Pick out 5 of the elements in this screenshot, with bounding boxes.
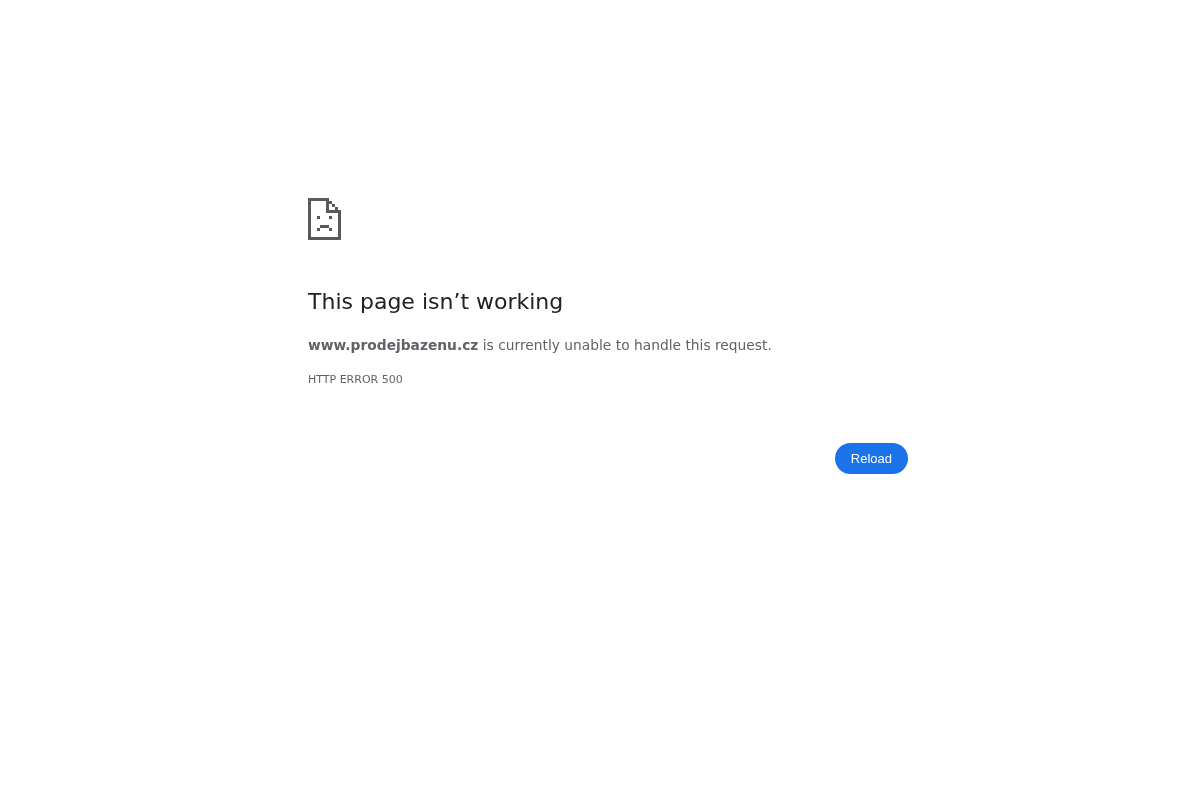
error-message: www.prodejbazenu.cz is currently unable to handle this request. (308, 336, 772, 355)
error-code: HTTP ERROR 500 (308, 372, 403, 388)
reload-button[interactable]: Reload (834, 443, 908, 474)
sad-page-icon (308, 198, 341, 240)
error-title: This page isn’t working (308, 288, 564, 316)
